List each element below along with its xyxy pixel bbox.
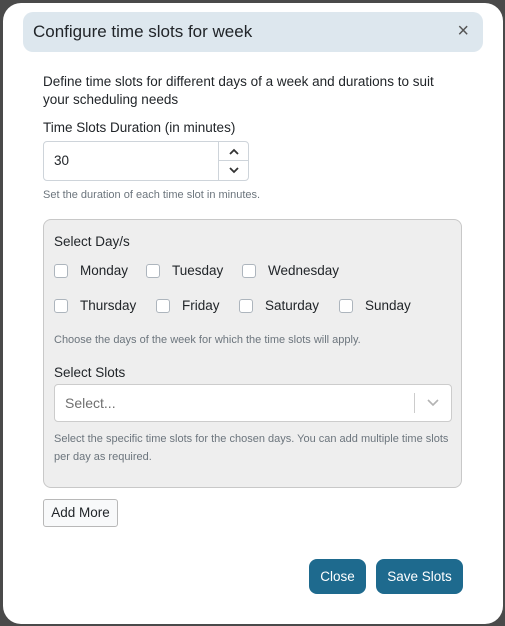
days-help: Choose the days of the week for which th… <box>54 334 361 346</box>
day-friday[interactable]: Friday <box>156 298 220 313</box>
duration-label: Time Slots Duration (in minutes) <box>43 120 236 135</box>
chevron-down-icon[interactable] <box>427 394 439 415</box>
day-label: Wednesday <box>268 263 340 278</box>
close-button[interactable]: Close <box>309 559 366 594</box>
save-slots-button[interactable]: Save Slots <box>376 559 463 594</box>
day-label: Saturday <box>265 298 320 313</box>
modal-title: Configure time slots for week <box>33 22 253 41</box>
day-monday[interactable]: Monday <box>54 263 128 278</box>
day-label: Monday <box>80 263 129 278</box>
checkbox[interactable] <box>54 298 68 313</box>
modal-description: Define time slots for different days of … <box>43 74 434 107</box>
select-separator <box>414 393 415 413</box>
day-saturday[interactable]: Saturday <box>239 298 319 313</box>
day-label: Thursday <box>80 298 137 313</box>
day-label: Friday <box>182 298 220 313</box>
close-icon[interactable]: × <box>457 20 469 42</box>
chevron-down-icon <box>228 167 239 174</box>
duration-stepper[interactable] <box>218 142 248 180</box>
add-more-button[interactable]: Add More <box>43 499 118 527</box>
days-label: Select Day/s <box>54 234 130 249</box>
checkbox[interactable] <box>339 298 353 313</box>
chevron-up-icon <box>228 148 239 155</box>
day-label: Tuesday <box>172 263 224 278</box>
day-thursday[interactable]: Thursday <box>54 298 136 313</box>
checkbox[interactable] <box>54 263 68 278</box>
decrement-button[interactable] <box>219 161 248 180</box>
increment-button[interactable] <box>219 142 248 161</box>
checkbox[interactable] <box>242 263 256 278</box>
day-label: Sunday <box>365 298 411 313</box>
duration-value[interactable]: 30 <box>54 153 69 168</box>
checkbox[interactable] <box>146 263 160 278</box>
slots-select[interactable]: Select... <box>54 384 452 422</box>
duration-input[interactable]: 30 <box>43 141 249 181</box>
configure-slots-modal: Configure time slots for week × Define t… <box>3 3 503 624</box>
day-sunday[interactable]: Sunday <box>339 298 411 313</box>
slots-placeholder: Select... <box>65 395 116 411</box>
duration-help: Set the duration of each time slot in mi… <box>43 189 261 201</box>
checkbox[interactable] <box>156 298 170 313</box>
slots-label: Select Slots <box>54 365 126 380</box>
modal-header: Configure time slots for week × <box>23 12 483 52</box>
day-tuesday[interactable]: Tuesday <box>146 263 223 278</box>
checkbox[interactable] <box>239 298 253 313</box>
slots-help: Select the specific time slots for the c… <box>54 433 449 463</box>
days-slots-panel: Select Day/s Monday Tuesday Wednesday Th… <box>43 219 462 488</box>
day-wednesday[interactable]: Wednesday <box>242 263 339 278</box>
